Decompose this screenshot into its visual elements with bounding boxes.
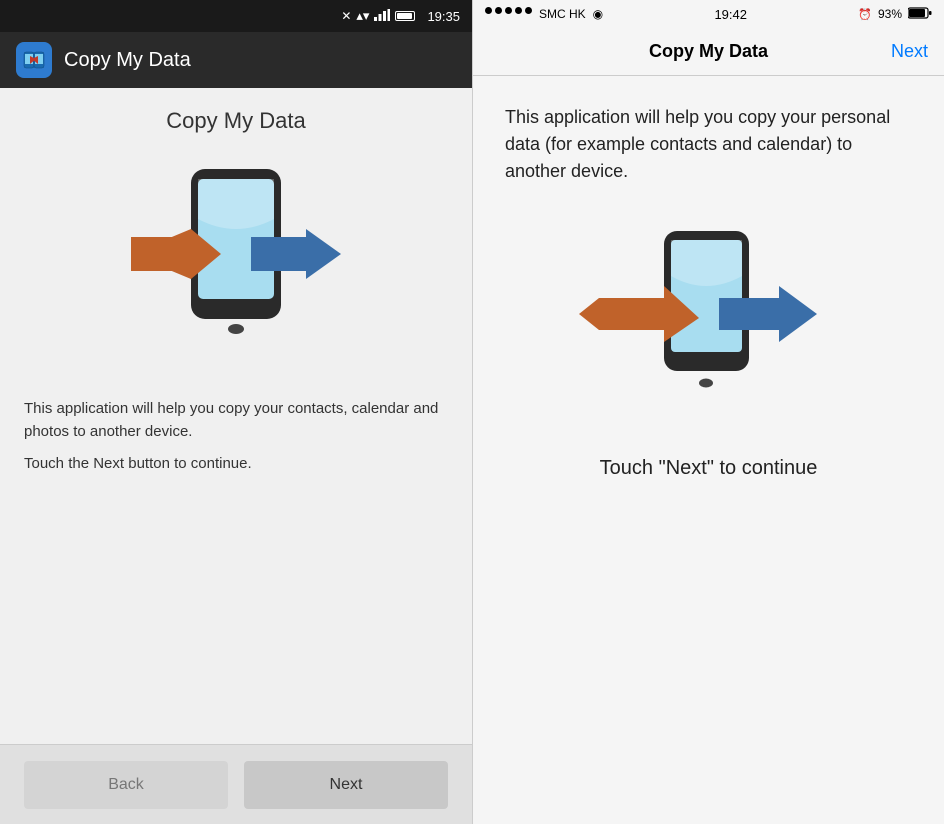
android-topbar: Copy My Data [0, 32, 472, 88]
signal-bars-icon [374, 9, 390, 24]
android-next-button[interactable]: Next [244, 761, 448, 809]
ios-carrier: SMC HK [539, 7, 586, 21]
android-bottom-buttons: Back Next [0, 744, 472, 824]
android-hint: Touch the Next button to continue. [24, 455, 448, 472]
ios-navbar-title: Copy My Data [649, 41, 768, 62]
android-description: This application will help you copy your… [24, 398, 448, 443]
android-illustration [106, 154, 366, 374]
ios-content: This application will help you copy your… [473, 76, 944, 824]
battery-icon [395, 11, 415, 21]
ios-battery-percent: 93% [878, 7, 902, 21]
android-page-title: Copy My Data [166, 108, 305, 134]
ios-battery-icon [908, 7, 932, 22]
android-statusbar: ✕ ▴▾ 19:35 [0, 0, 472, 32]
ios-hint: Touch "Next" to continue [600, 457, 818, 480]
ios-statusbar: SMC HK ◉ 19:42 ⏰ 93% [473, 0, 944, 28]
android-panel: ✕ ▴▾ 19:35 [0, 0, 472, 824]
ios-signal-dots: SMC HK ◉ [485, 7, 603, 21]
ios-time: 19:42 [714, 7, 747, 22]
ios-alarm-icon: ⏰ [858, 8, 872, 21]
android-time: 19:35 [427, 9, 460, 24]
app-icon-android [16, 42, 52, 78]
ios-panel: SMC HK ◉ 19:42 ⏰ 93% Copy My Data Next [472, 0, 944, 824]
ios-next-button[interactable]: Next [891, 41, 928, 62]
signal-cut-icon: ✕ [341, 9, 351, 23]
android-back-button[interactable]: Back [24, 761, 228, 809]
ios-wifi-icon: ◉ [593, 7, 603, 21]
android-content: Copy My Data This applicatio [0, 88, 472, 744]
ios-navbar-wrapper: Copy My Data Next [489, 41, 928, 62]
ios-navbar: Copy My Data Next [473, 28, 944, 76]
android-app-title: Copy My Data [64, 49, 191, 72]
android-status-icons: ✕ ▴▾ [341, 8, 415, 24]
wifi-icon: ▴▾ [356, 8, 369, 24]
ios-description: This application will help you copy your… [505, 104, 912, 185]
ios-battery-area: ⏰ 93% [858, 7, 932, 22]
ios-illustration [569, 221, 849, 421]
